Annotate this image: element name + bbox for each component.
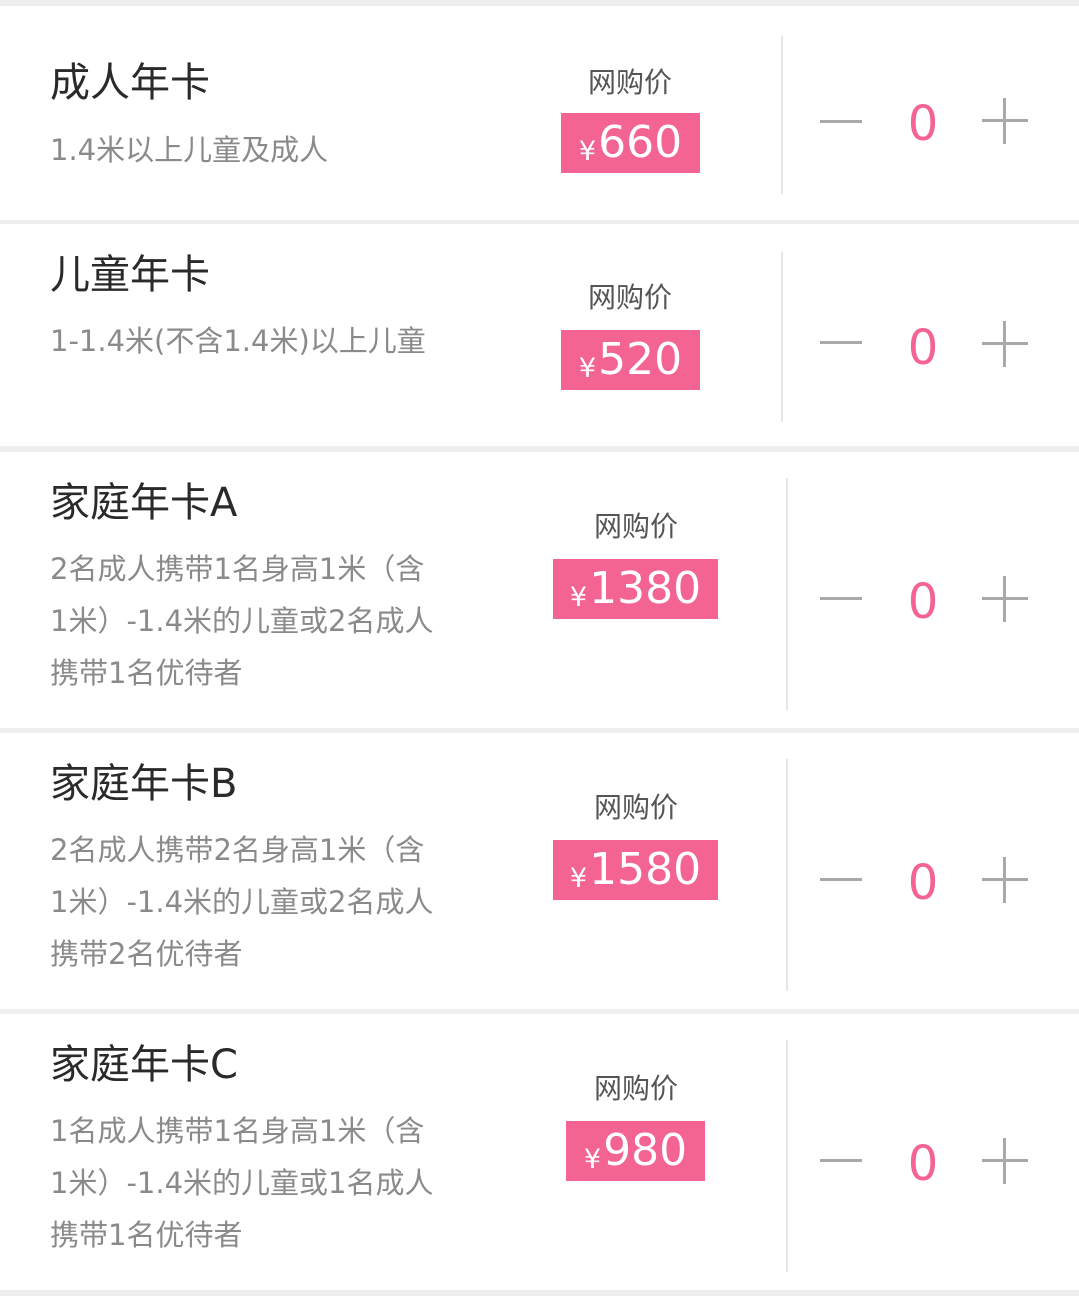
ticket-description: 1名成人携带1名身高1米（含1米）-1.4米的儿童或1名成人携带1名优待者	[50, 1114, 434, 1252]
quantity-value: 0	[907, 320, 939, 376]
vertical-divider	[786, 478, 788, 710]
price-label: 网购价	[593, 1072, 678, 1105]
decrease-quantity-button[interactable]	[818, 578, 866, 618]
increase-quantity-button[interactable]	[982, 98, 1028, 144]
currency-symbol: ¥	[578, 135, 597, 167]
currency-symbol: ¥	[569, 581, 588, 613]
vertical-divider	[786, 759, 788, 991]
ticket-title: 儿童年卡	[50, 252, 210, 298]
quantity-value: 0	[907, 1136, 939, 1192]
ticket-title: 家庭年卡A	[50, 480, 238, 526]
ticket-card-family-b: 家庭年卡B 2名成人携带2名身高1米（含1米）-1.4米的儿童或2名成人携带2名…	[0, 733, 1079, 1009]
price-label: 网购价	[587, 281, 672, 314]
price-badge: ¥660	[561, 113, 700, 173]
decrease-quantity-button[interactable]	[818, 322, 866, 362]
quantity-value: 0	[907, 96, 939, 152]
ticket-card-family-a: 家庭年卡A 2名成人携带1名身高1米（含1米）-1.4米的儿童或2名成人携带1名…	[0, 452, 1079, 728]
ticket-card-adult: 成人年卡 1.4米以上儿童及成人 网购价 ¥660 0	[0, 6, 1079, 220]
price-label: 网购价	[593, 791, 678, 824]
decrease-quantity-button[interactable]	[818, 1140, 866, 1180]
price-value: 1580	[589, 844, 702, 895]
price-badge: ¥1380	[553, 559, 718, 619]
quantity-value: 0	[907, 574, 939, 630]
quantity-value: 0	[907, 855, 939, 911]
currency-symbol: ¥	[583, 1143, 602, 1175]
price-value: 980	[603, 1125, 688, 1176]
currency-symbol: ¥	[569, 862, 588, 894]
price-value: 660	[598, 117, 683, 168]
increase-quantity-button[interactable]	[982, 1138, 1028, 1184]
decrease-quantity-button[interactable]	[818, 859, 866, 899]
ticket-title: 家庭年卡B	[50, 761, 238, 807]
increase-quantity-button[interactable]	[982, 321, 1028, 367]
increase-quantity-button[interactable]	[982, 857, 1028, 903]
price-badge: ¥980	[566, 1121, 705, 1181]
decrease-quantity-button[interactable]	[818, 101, 866, 141]
ticket-title: 成人年卡	[50, 60, 210, 106]
vertical-divider	[786, 1040, 788, 1272]
price-badge: ¥1580	[553, 840, 718, 900]
ticket-card-family-c: 家庭年卡C 1名成人携带1名身高1米（含1米）-1.4米的儿童或1名成人携带1名…	[0, 1014, 1079, 1290]
ticket-description: 2名成人携带2名身高1米（含1米）-1.4米的儿童或2名成人携带2名优待者	[50, 833, 434, 971]
price-label: 网购价	[587, 66, 672, 99]
ticket-description: 1-1.4米(不含1.4米)以上儿童	[50, 324, 426, 358]
ticket-card-child: 儿童年卡 1-1.4米(不含1.4米)以上儿童 网购价 ¥520 0	[0, 224, 1079, 446]
ticket-description: 1.4米以上儿童及成人	[50, 133, 329, 167]
price-badge: ¥520	[561, 330, 700, 390]
ticket-description: 2名成人携带1名身高1米（含1米）-1.4米的儿童或2名成人携带1名优待者	[50, 552, 434, 690]
currency-symbol: ¥	[578, 352, 597, 384]
price-label: 网购价	[593, 510, 678, 543]
vertical-divider	[781, 252, 783, 422]
vertical-divider	[781, 36, 783, 194]
increase-quantity-button[interactable]	[982, 576, 1028, 622]
ticket-title: 家庭年卡C	[50, 1042, 238, 1088]
price-value: 1380	[589, 563, 702, 614]
price-value: 520	[598, 334, 683, 385]
ticket-list: 成人年卡 1.4米以上儿童及成人 网购价 ¥660 0 儿童年卡 1-1.4米(…	[0, 0, 1079, 1296]
